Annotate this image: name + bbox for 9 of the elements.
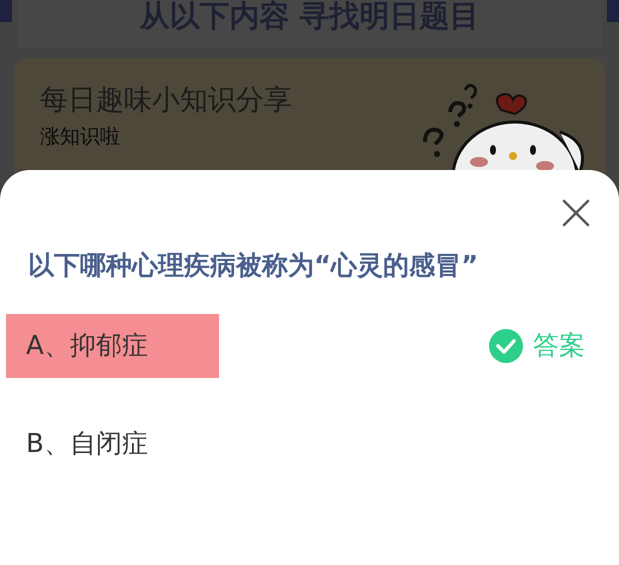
header-corner <box>0 0 12 22</box>
answer-option[interactable]: A、抑郁症 <box>6 314 219 378</box>
question-text: 以下哪种心理疾病被称为“心灵的感冒” <box>28 250 478 283</box>
check-icon <box>489 329 523 363</box>
close-icon[interactable] <box>561 198 591 228</box>
header-corner <box>607 0 619 22</box>
answer-option[interactable]: B、自闭症 <box>6 412 219 476</box>
answer-label: 答案 <box>533 330 585 362</box>
card-subtitle: 涨知识啦 <box>40 124 121 148</box>
